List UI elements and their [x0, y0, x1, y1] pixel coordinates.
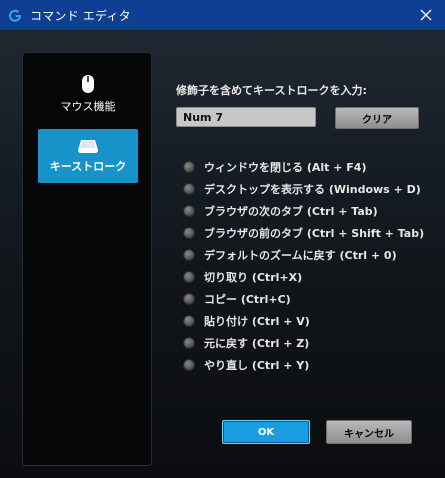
- option-next-tab[interactable]: ブラウザの次のタブ (Ctrl + Tab): [183, 200, 424, 222]
- sidebar: マウス機能 キーストローク: [22, 52, 152, 466]
- sidebar-item-label: マウス機能: [60, 100, 116, 113]
- radio-button[interactable]: [183, 359, 195, 371]
- radio-button[interactable]: [183, 337, 195, 349]
- keycap-icon: [78, 140, 98, 153]
- radio-button[interactable]: [183, 183, 195, 195]
- keystroke-input[interactable]: [176, 107, 316, 127]
- option-paste[interactable]: 貼り付け (Ctrl + V): [183, 310, 424, 332]
- option-copy[interactable]: コピー (Ctrl+C): [183, 288, 424, 310]
- option-reset-zoom[interactable]: デフォルトのズームに戻す (Ctrl + 0): [183, 244, 424, 266]
- option-show-desktop[interactable]: デスクトップを表示する (Windows + D): [183, 178, 424, 200]
- radio-button[interactable]: [183, 227, 195, 239]
- option-label: デフォルトのズームに戻す (Ctrl + 0): [204, 249, 397, 262]
- option-redo[interactable]: やり直し (Ctrl + Y): [183, 354, 424, 376]
- dialog-body: マウス機能 キーストローク 修飾子を含めてキーストロークを入力: クリア ウィン…: [0, 30, 445, 478]
- option-close-window[interactable]: ウィンドウを閉じる (Alt + F4): [183, 156, 424, 178]
- option-label: コピー (Ctrl+C): [204, 293, 291, 306]
- option-label: ウィンドウを閉じる (Alt + F4): [204, 161, 367, 174]
- option-cut[interactable]: 切り取り (Ctrl+X): [183, 266, 424, 288]
- option-label: ブラウザの次のタブ (Ctrl + Tab): [204, 205, 378, 218]
- radio-button[interactable]: [183, 161, 195, 173]
- option-label: デスクトップを表示する (Windows + D): [204, 183, 421, 196]
- radio-button[interactable]: [183, 293, 195, 305]
- radio-button[interactable]: [183, 315, 195, 327]
- keystroke-prompt: 修飾子を含めてキーストロークを入力:: [176, 84, 367, 97]
- option-label: 切り取り (Ctrl+X): [204, 271, 303, 284]
- close-icon: [420, 9, 432, 21]
- logitech-g-icon: [8, 8, 22, 22]
- radio-button[interactable]: [183, 271, 195, 283]
- sidebar-item-label: キーストローク: [49, 160, 127, 173]
- mouse-icon: [82, 75, 94, 93]
- command-editor-window: コマンド エディタ マウス機能 キーストローク 修飾子を含めてキーストロークを入…: [0, 0, 445, 478]
- sidebar-item-keystroke[interactable]: キーストローク: [38, 129, 138, 183]
- option-label: ブラウザの前のタブ (Ctrl + Shift + Tab): [204, 227, 425, 240]
- radio-button[interactable]: [183, 249, 195, 261]
- sidebar-item-mouse-function[interactable]: マウス機能: [38, 67, 138, 121]
- option-previous-tab[interactable]: ブラウザの前のタブ (Ctrl + Shift + Tab): [183, 222, 424, 244]
- preset-options-list: ウィンドウを閉じる (Alt + F4) デスクトップを表示する (Window…: [183, 156, 424, 376]
- option-label: 元に戻す (Ctrl + Z): [204, 337, 310, 350]
- option-label: 貼り付け (Ctrl + V): [204, 315, 310, 328]
- ok-button[interactable]: OK: [222, 420, 310, 444]
- radio-button[interactable]: [183, 205, 195, 217]
- close-button[interactable]: [415, 5, 437, 25]
- option-undo[interactable]: 元に戻す (Ctrl + Z): [183, 332, 424, 354]
- title-bar[interactable]: コマンド エディタ: [0, 0, 445, 30]
- cancel-button[interactable]: キャンセル: [326, 420, 412, 444]
- clear-button[interactable]: クリア: [335, 107, 419, 129]
- option-label: やり直し (Ctrl + Y): [204, 359, 310, 372]
- window-title: コマンド エディタ: [30, 8, 131, 23]
